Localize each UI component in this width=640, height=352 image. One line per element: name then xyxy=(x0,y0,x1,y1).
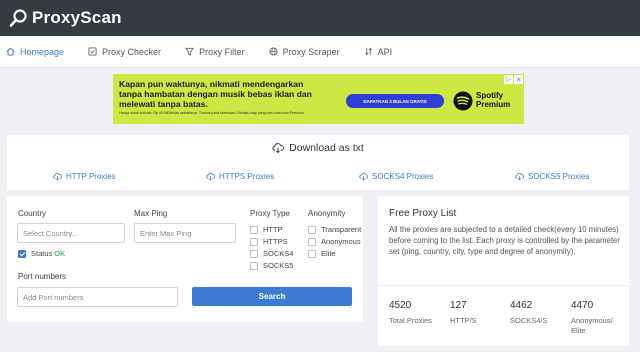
download-socks4-link[interactable]: SOCKS4 Proxies xyxy=(359,172,433,181)
stat-total-proxies: 4520 Total Proxies xyxy=(389,300,444,326)
ad-banner[interactable]: Kapan pun waktunya, nikmati mendengarkan… xyxy=(113,74,524,124)
port-numbers-label: Port numbers xyxy=(18,272,67,281)
magnifier-logo-icon[interactable] xyxy=(8,8,28,28)
info-title: Free Proxy List xyxy=(389,208,457,219)
checkbox[interactable] xyxy=(250,249,258,258)
stat-label: SOCKS4/S xyxy=(510,316,548,325)
stat-value: 4462 xyxy=(510,300,533,311)
max-ping-input[interactable] xyxy=(134,223,236,243)
anonymity-anonymous[interactable]: Anonymous xyxy=(308,237,361,246)
cloud-download-icon xyxy=(206,172,215,181)
top-bar: ProxyScan xyxy=(0,0,640,36)
stat-value: 127 xyxy=(450,300,467,311)
stat-value: 4520 xyxy=(389,300,412,311)
checkbox[interactable] xyxy=(250,225,258,234)
stat-label: Total Proxies xyxy=(389,316,432,325)
download-title: Download as txt xyxy=(7,142,629,154)
ad-fine-print: Hanya untuk individu. Rp 49.990/bulan se… xyxy=(119,111,305,115)
proxy-type-socks4[interactable]: SOCKS4 xyxy=(250,249,293,258)
ad-cta-button[interactable]: DAPATKAN 3 BULAN GRATIS xyxy=(346,94,444,108)
nav-label: Proxy Scraper xyxy=(282,46,340,57)
nav-label: Homepage xyxy=(20,46,65,57)
ad-brand-line2: Premium xyxy=(476,100,511,109)
proxy-type-socks5[interactable]: SOCKS5 xyxy=(250,261,293,270)
cloud-download-icon xyxy=(359,172,368,181)
filter-panel: Country Status OK Max Ping Proxy Type HT… xyxy=(7,196,363,322)
status-label: Status xyxy=(31,249,53,258)
download-socks5-link[interactable]: SOCKS5 Proxies xyxy=(515,172,589,181)
checkbox-label: Anonymous xyxy=(321,237,361,246)
ad-brand-line1: Spotify xyxy=(476,91,504,100)
checkbox[interactable] xyxy=(250,261,258,270)
nav-item-homepage[interactable]: Homepage xyxy=(6,47,64,57)
download-link-label: SOCKS5 Proxies xyxy=(528,172,590,181)
download-http-link[interactable]: HTTP Proxies xyxy=(53,172,116,181)
checkbox[interactable] xyxy=(308,249,316,258)
nav-label: API xyxy=(377,46,393,57)
proxy-type-label: Proxy Type xyxy=(250,209,290,218)
api-icon xyxy=(364,47,372,56)
stat-value: 4470 xyxy=(571,300,594,311)
proxy-type-http[interactable]: HTTP xyxy=(250,225,283,234)
divider xyxy=(378,285,629,286)
status-value: OK xyxy=(54,249,66,258)
ad-close-icon[interactable]: ✕ xyxy=(514,75,523,84)
ad-headline: Kapan pun waktunya, nikmati mendengarkan… xyxy=(119,79,312,109)
status-ok-checkbox[interactable]: Status OK xyxy=(18,249,65,258)
stat-anonymous-elite: 4470 Anonymous/ Elite xyxy=(571,300,623,336)
download-section: Download as txt HTTP Proxies HTTPS Proxi… xyxy=(7,135,629,190)
nav-item-proxy-scraper[interactable]: Proxy Scraper xyxy=(269,47,340,57)
checkbox-label: Elite xyxy=(321,249,336,258)
checkbox-icon xyxy=(88,47,97,56)
nav-item-api[interactable]: API xyxy=(364,46,393,57)
checkbox-label: SOCKS5 xyxy=(263,261,294,270)
checkbox-label: HTTPS xyxy=(263,237,288,246)
filter-icon xyxy=(185,47,195,56)
cloud-download-icon xyxy=(515,172,524,181)
checkbox-checked[interactable] xyxy=(18,249,26,258)
ad-info-icon[interactable]: ▷ xyxy=(504,75,513,84)
nav-label: Proxy Filter xyxy=(199,46,245,57)
download-link-label: HTTPS Proxies xyxy=(219,172,275,181)
checkbox-label: Transparent xyxy=(321,225,362,234)
max-ping-label: Max Ping xyxy=(134,209,168,218)
anonymity-label: Anonymity xyxy=(308,209,346,218)
checkbox[interactable] xyxy=(250,237,258,246)
nav-label: Proxy Checker xyxy=(102,46,162,57)
port-numbers-input[interactable] xyxy=(17,287,178,307)
info-description: All the proxies are subjected to a detai… xyxy=(389,225,620,256)
anonymity-elite[interactable]: Elite xyxy=(308,249,336,258)
checkbox[interactable] xyxy=(308,237,316,246)
home-icon xyxy=(6,47,15,56)
download-title-text: Download as txt xyxy=(289,142,364,154)
checkbox[interactable] xyxy=(308,225,316,234)
stat-label: HTTP/S xyxy=(450,316,477,325)
anonymity-transparent[interactable]: Transparent xyxy=(308,225,361,234)
ad-brand: Spotify Premium xyxy=(476,91,510,109)
download-link-label: HTTP Proxies xyxy=(66,172,116,181)
brand-name[interactable]: ProxyScan xyxy=(32,8,122,28)
spotify-logo-icon xyxy=(453,91,473,111)
checkbox-label: HTTP xyxy=(263,225,283,234)
stat-label: Anonymous/ Elite xyxy=(571,316,613,335)
main-nav: Homepage Proxy Checker Proxy Filter Prox… xyxy=(0,36,640,68)
proxy-type-https[interactable]: HTTPS xyxy=(250,237,288,246)
download-https-link[interactable]: HTTPS Proxies xyxy=(206,172,274,181)
cloud-download-icon xyxy=(272,143,285,154)
globe-icon xyxy=(269,47,278,56)
download-link-label: SOCKS4 Proxies xyxy=(372,172,434,181)
nav-item-proxy-filter[interactable]: Proxy Filter xyxy=(185,47,245,57)
cloud-download-icon xyxy=(53,172,62,181)
checkbox-label: SOCKS4 xyxy=(263,249,294,258)
nav-item-proxy-checker[interactable]: Proxy Checker xyxy=(88,47,161,57)
country-label: Country xyxy=(18,209,47,218)
stat-https: 127 HTTP/S xyxy=(450,300,505,326)
stat-socks: 4462 SOCKS4/S xyxy=(510,300,565,326)
country-select[interactable] xyxy=(17,223,125,243)
free-proxy-list-panel: Free Proxy List All the proxies are subj… xyxy=(378,196,629,346)
search-button[interactable]: Search xyxy=(192,287,352,306)
